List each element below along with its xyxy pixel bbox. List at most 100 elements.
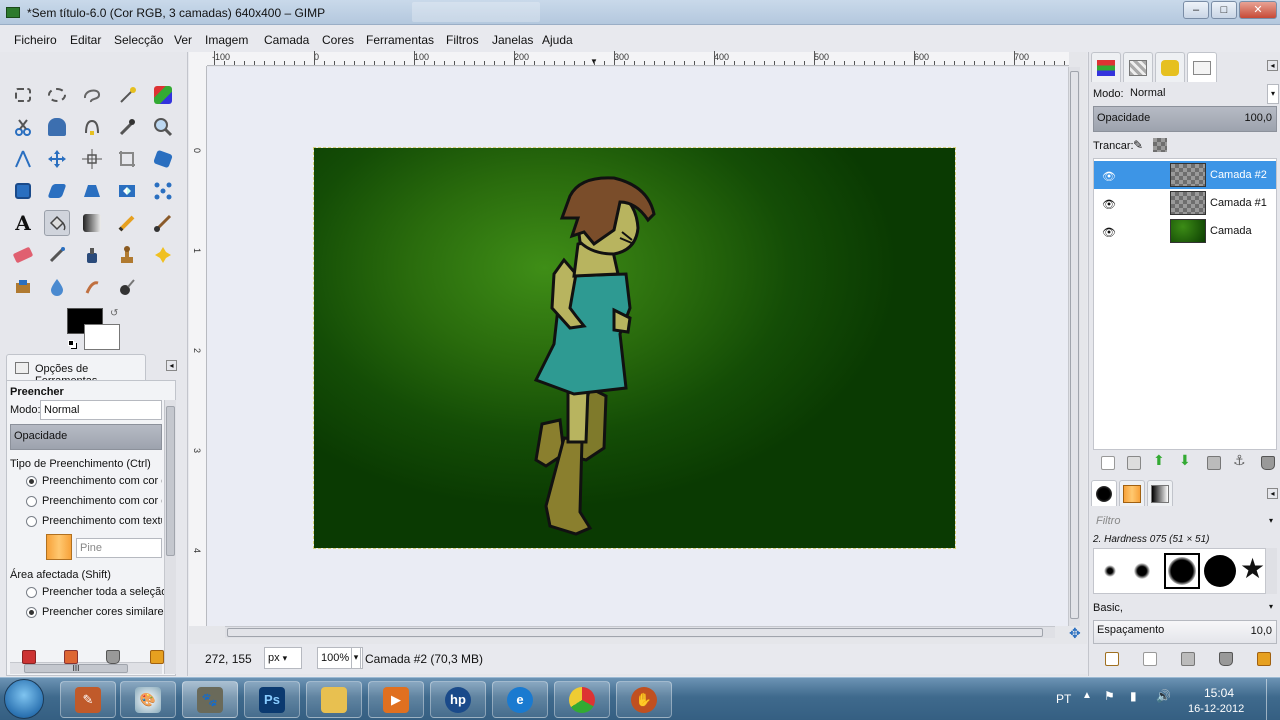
brushes-tab-icon[interactable]	[1091, 480, 1117, 506]
mode-dropdown[interactable]: Normal	[40, 400, 162, 420]
clock-date[interactable]: 16-12-2012	[1188, 703, 1244, 715]
layer-mode-dropdown[interactable]: Normal	[1127, 84, 1267, 104]
brush-vscrollbar[interactable]	[1265, 548, 1277, 594]
perspective-tool-icon[interactable]	[79, 178, 105, 204]
delete-options-icon[interactable]	[106, 650, 120, 664]
clone-tool-icon[interactable]	[114, 242, 140, 268]
dodge-burn-tool-icon[interactable]	[114, 274, 140, 300]
action-center-icon[interactable]: ⚑	[1104, 689, 1115, 703]
crop-tool-icon[interactable]	[114, 146, 140, 172]
canvas-vscroll-thumb[interactable]	[1070, 71, 1079, 619]
move-tool-icon[interactable]	[44, 146, 70, 172]
duplicate-brush-icon[interactable]	[1181, 652, 1195, 666]
layer-row[interactable]: 👁 Camada #1	[1094, 189, 1276, 217]
canvas-hscroll-thumb[interactable]	[227, 628, 1043, 637]
cage-transform-tool-icon[interactable]	[150, 178, 176, 204]
image-canvas[interactable]	[313, 147, 956, 549]
airbrush-tool-icon[interactable]	[44, 242, 70, 268]
taskbar-app-paint[interactable]: 🎨	[120, 681, 176, 718]
maximize-button[interactable]: □	[1211, 1, 1237, 19]
smudge-tool-icon[interactable]	[79, 274, 105, 300]
volume-icon[interactable]: 🔊	[1156, 689, 1171, 703]
tag-arrow-icon[interactable]: ▾	[1269, 602, 1273, 611]
brush-item[interactable]	[1204, 555, 1236, 587]
close-button[interactable]: ✕	[1239, 1, 1277, 19]
menu-seleccao[interactable]: Selecção	[114, 33, 163, 47]
lock-pixels-icon[interactable]: ✎	[1133, 138, 1143, 152]
selected-brush-frame[interactable]	[1164, 553, 1200, 589]
menu-filtros[interactable]: Filtros	[446, 33, 479, 47]
navigate-icon[interactable]: ✥	[1069, 625, 1081, 642]
background-color-swatch[interactable]	[84, 324, 120, 350]
menu-janelas[interactable]: Janelas	[492, 33, 533, 47]
flip-tool-icon[interactable]	[114, 178, 140, 204]
bucket-fill-tool-icon[interactable]	[44, 210, 70, 236]
menu-camada[interactable]: Camada	[264, 33, 309, 47]
eraser-tool-icon[interactable]	[10, 242, 36, 268]
rect-select-tool-icon[interactable]	[10, 82, 36, 108]
blur-tool-icon[interactable]	[44, 274, 70, 300]
visibility-eye-icon[interactable]: 👁	[1102, 170, 1116, 183]
paths-tool-icon[interactable]	[79, 114, 105, 140]
layer-row[interactable]: 👁 Camada #2	[1094, 161, 1276, 189]
unit-dropdown[interactable]: px ▾	[264, 647, 302, 669]
patterns-tab-icon[interactable]	[1119, 480, 1145, 506]
duplicate-layer-icon[interactable]	[1207, 456, 1221, 470]
fill-similar-radio[interactable]	[26, 607, 37, 618]
shear-tool-icon[interactable]	[44, 178, 70, 204]
brush-item[interactable]	[1134, 563, 1150, 579]
measure-tool-icon[interactable]	[10, 146, 36, 172]
pencil-tool-icon[interactable]	[114, 210, 140, 236]
foreground-select-tool-icon[interactable]	[44, 114, 70, 140]
canvas-hscrollbar[interactable]	[225, 626, 1055, 638]
color-select-tool-icon[interactable]	[150, 82, 176, 108]
panel-menu-icon[interactable]: ◂	[166, 360, 177, 371]
start-button-icon[interactable]	[4, 679, 44, 719]
taskbar-app-ie[interactable]: e	[492, 681, 548, 718]
edit-brush-icon[interactable]	[1105, 652, 1119, 666]
layer-mode-arrow-icon[interactable]: ▾	[1267, 84, 1279, 104]
fill-pattern-radio[interactable]	[26, 516, 37, 527]
blend-tool-icon[interactable]	[79, 210, 105, 236]
taskbar-app-gimp[interactable]: 🐾	[182, 681, 238, 718]
show-desktop-button[interactable]	[1266, 679, 1279, 720]
align-tool-icon[interactable]	[79, 146, 105, 172]
new-layer-group-icon[interactable]	[1127, 456, 1141, 470]
lock-alpha-icon[interactable]	[1153, 138, 1167, 152]
pattern-name-field[interactable]: Pine	[76, 538, 162, 558]
perspective-clone-tool-icon[interactable]	[10, 274, 36, 300]
menu-cores[interactable]: Cores	[322, 33, 354, 47]
refresh-brushes-icon[interactable]	[1257, 652, 1271, 666]
tray-expand-icon[interactable]: ▲	[1082, 690, 1092, 701]
new-brush-icon[interactable]	[1143, 652, 1157, 666]
horizontal-ruler[interactable]: -100 0 100 200 300 400 500 600 700 ▼	[207, 51, 1069, 66]
layer-opacity-slider[interactable]: Opacidade 100,0	[1093, 106, 1277, 132]
restore-options-icon[interactable]	[64, 650, 78, 664]
clock-time[interactable]: 15:04	[1204, 686, 1234, 700]
taskbar-app-photoshop[interactable]: Ps	[244, 681, 300, 718]
taskbar-app-toolbox[interactable]: ✎	[60, 681, 116, 718]
undo-history-tab-icon[interactable]	[1187, 52, 1217, 82]
scissors-select-tool-icon[interactable]	[10, 114, 36, 140]
fill-fg-radio[interactable]	[26, 476, 37, 487]
delete-layer-icon[interactable]	[1261, 456, 1275, 470]
taskbar-app-hp[interactable]: hp	[430, 681, 486, 718]
raise-layer-icon[interactable]: ⬆	[1153, 452, 1165, 469]
dock-menu-icon[interactable]: ◂	[1267, 60, 1278, 71]
brush-panel-menu-icon[interactable]: ◂	[1267, 488, 1278, 499]
gradients-tab-icon[interactable]	[1147, 480, 1173, 506]
tool-options-vscroll-thumb[interactable]	[166, 406, 175, 556]
minimize-button[interactable]: –	[1183, 1, 1209, 19]
paintbrush-tool-icon[interactable]	[150, 210, 176, 236]
menu-ficheiro[interactable]: Ficheiro	[14, 33, 57, 47]
menu-imagem[interactable]: Imagem	[205, 33, 248, 47]
menu-ver[interactable]: Ver	[174, 33, 192, 47]
save-options-icon[interactable]	[22, 650, 36, 664]
anchor-layer-icon[interactable]: ⚓	[1233, 452, 1246, 469]
vertical-ruler[interactable]: 0 1 2 3 4	[189, 66, 207, 626]
color-picker-tool-icon[interactable]	[114, 114, 140, 140]
lower-layer-icon[interactable]: ⬇	[1179, 452, 1191, 469]
taskbar-app-chrome[interactable]	[554, 681, 610, 718]
canvas-viewport[interactable]	[207, 67, 1069, 626]
fill-bg-radio[interactable]	[26, 496, 37, 507]
